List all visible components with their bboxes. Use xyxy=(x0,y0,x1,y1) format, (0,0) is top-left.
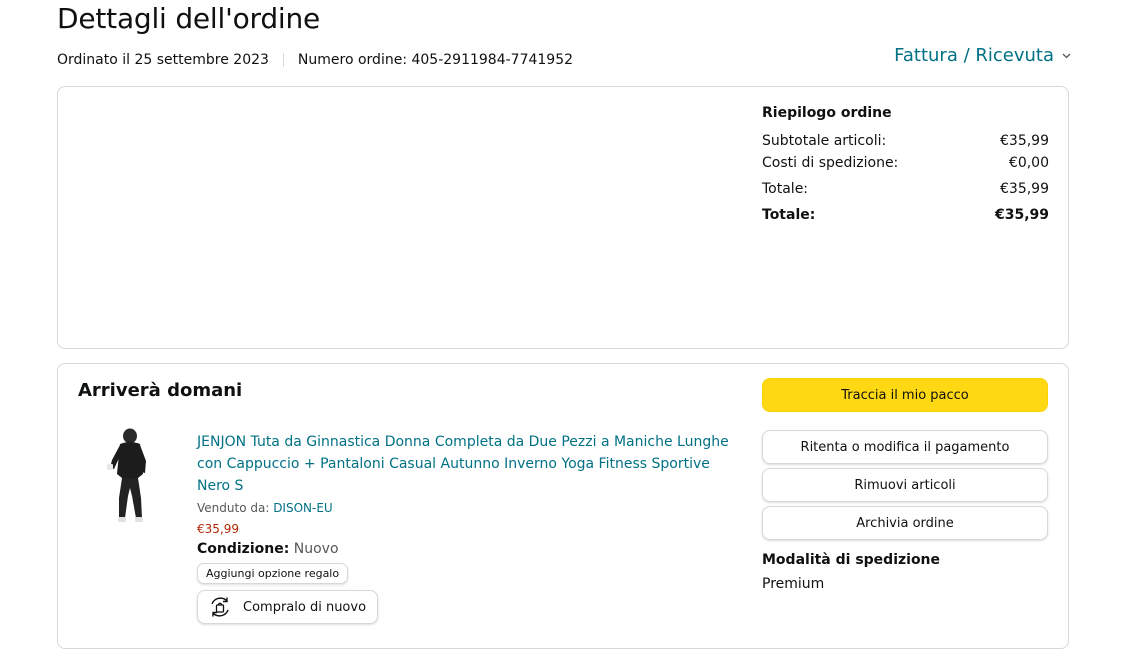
meta-divider xyxy=(282,53,284,67)
order-number: Numero ordine: 405-2911984-7741952 xyxy=(297,52,574,68)
sold-by-label: Venduto da: xyxy=(197,501,274,515)
buy-again-button[interactable]: Compralo di nuovo xyxy=(197,590,378,624)
invoice-dropdown[interactable]: Fattura / Ricevuta xyxy=(894,45,1071,66)
order-date: Ordinato il 25 settembre 2023 xyxy=(57,52,269,68)
summary-label: Totale: xyxy=(762,181,809,197)
summary-row-subtotal: Subtotale articoli: €35,99 xyxy=(762,130,1049,152)
order-meta: Ordinato il 25 settembre 2023 Numero ord… xyxy=(57,52,573,68)
chevron-down-icon xyxy=(1062,51,1071,62)
product-image[interactable] xyxy=(98,428,166,532)
arrival-heading: Arriverà domani xyxy=(78,380,243,401)
shipping-method-value: Premium xyxy=(762,576,825,592)
condition-label: Condizione: xyxy=(197,541,290,557)
product-info: JENJON Tuta da Ginnastica Donna Completa… xyxy=(197,431,737,624)
order-summary-box: Riepilogo ordine Subtotale articoli: €35… xyxy=(57,86,1069,349)
summary-row-shipping: Costi di spedizione: €0,00 xyxy=(762,152,1049,174)
summary-row-grand-total: Totale: €35,99 xyxy=(762,204,1049,226)
summary-label: Costi di spedizione: xyxy=(762,155,899,171)
retry-payment-button[interactable]: Ritenta o modifica il pagamento xyxy=(762,430,1048,464)
summary-row-total: Totale: €35,99 xyxy=(762,178,1049,200)
order-summary: Riepilogo ordine Subtotale articoli: €35… xyxy=(762,105,1049,226)
buy-again-label[interactable]: Compralo di nuovo xyxy=(243,600,366,615)
summary-value: €35,99 xyxy=(1000,181,1049,197)
shipment-actions: Traccia il mio pacco Ritenta o modifica … xyxy=(762,378,1049,592)
product-condition: Condizione: Nuovo xyxy=(197,541,737,557)
product-price: €35,99 xyxy=(197,522,239,536)
track-package-button[interactable]: Traccia il mio pacco xyxy=(762,378,1048,412)
page-title: Dettagli dell'ordine xyxy=(57,2,321,35)
product-title-link[interactable]: JENJON Tuta da Ginnastica Donna Completa… xyxy=(197,431,737,497)
shipment-box: Arriverà domani JENJON Tuta da Ginnastic… xyxy=(57,363,1069,649)
add-gift-option-button[interactable]: Aggiungi opzione regalo xyxy=(197,563,349,584)
summary-value: €35,99 xyxy=(1000,133,1049,149)
seller-link[interactable]: DISON-EU xyxy=(273,501,333,515)
summary-label: Totale: xyxy=(762,207,816,223)
invoice-link-label[interactable]: Fattura / Ricevuta xyxy=(894,45,1054,66)
sold-by: Venduto da: DISON-EU xyxy=(197,501,737,515)
buy-again-icon xyxy=(208,595,232,619)
shipping-method-title: Modalità di spedizione xyxy=(762,552,941,568)
condition-value: Nuovo xyxy=(289,541,339,557)
summary-label: Subtotale articoli: xyxy=(762,133,887,149)
archive-order-button[interactable]: Archivia ordine xyxy=(762,506,1048,540)
summary-value: €0,00 xyxy=(1008,155,1049,171)
summary-heading: Riepilogo ordine xyxy=(762,105,892,121)
summary-value: €35,99 xyxy=(994,207,1049,223)
remove-items-button[interactable]: Rimuovi articoli xyxy=(762,468,1048,502)
